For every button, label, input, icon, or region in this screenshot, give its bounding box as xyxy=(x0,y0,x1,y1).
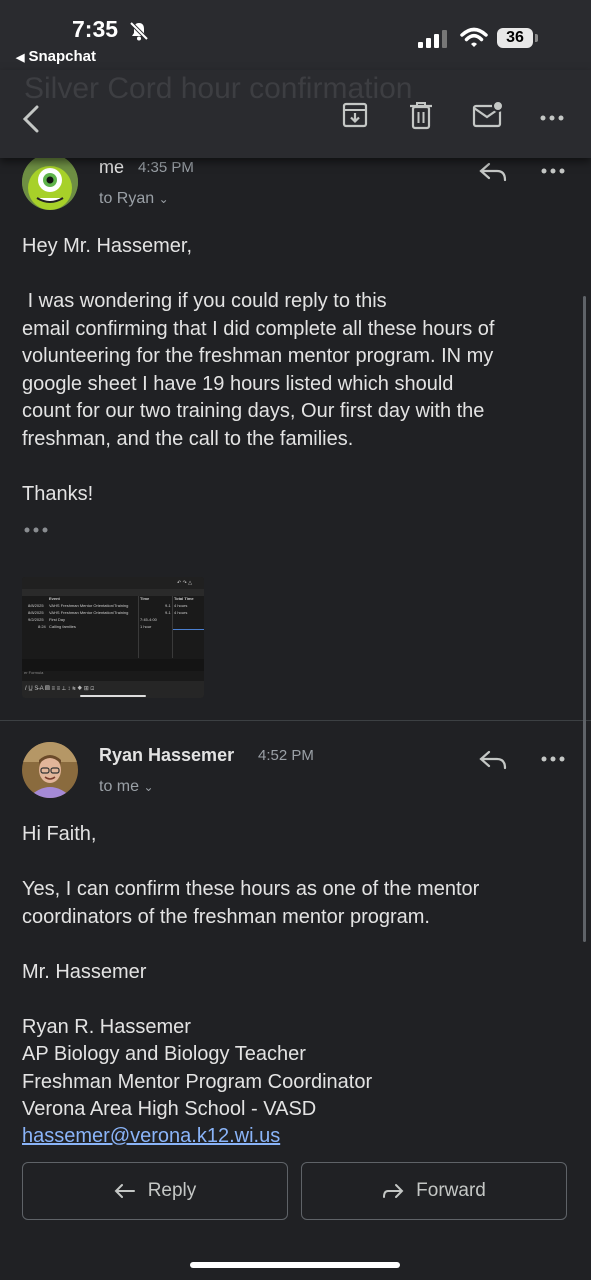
email-link[interactable]: hassemer@verona.k12.wi.us xyxy=(22,1123,572,1151)
recipient-dropdown[interactable]: to me ⌄ xyxy=(99,778,154,796)
status-bar: 7:35 ◀ Snapchat 36 xyxy=(0,0,591,70)
forward-label: Forward xyxy=(416,1180,486,1201)
avatar[interactable] xyxy=(22,154,78,210)
message-more-icon[interactable] xyxy=(541,168,565,174)
message-more-icon[interactable] xyxy=(541,756,565,762)
sheet-cell: VAHS Freshman Mentor Orientation/Trainin… xyxy=(49,603,129,608)
sheet-cell: First Day xyxy=(49,617,65,622)
back-triangle-icon: ◀ xyxy=(16,52,25,64)
sheet-formula-bar: er Formula xyxy=(24,670,44,675)
sheet-cell: 4 hours xyxy=(174,610,188,615)
sheet-cell: 9-1 xyxy=(165,603,171,608)
avatar-cartoon-icon xyxy=(22,154,78,210)
scrollbar[interactable] xyxy=(583,296,586,942)
sheet-cell: 8/8/2025 xyxy=(28,603,44,608)
recipient-label: to me xyxy=(99,778,140,795)
forward-button[interactable]: Forward xyxy=(301,1162,567,1220)
sheet-cell: VAHS Freshman Mentor Orientation/Trainin… xyxy=(49,610,129,615)
chevron-down-icon: ⌄ xyxy=(143,780,154,794)
sheet-toolbar-icons: ↶ ↷ △ xyxy=(177,580,193,586)
message-body: Hey Mr. Hassemer, I was wondering if you… xyxy=(22,235,495,505)
sender-name: Ryan Hassemer xyxy=(99,745,235,765)
sheet-cell: 1 hour xyxy=(140,624,152,629)
chevron-down-icon: ⌄ xyxy=(158,192,169,206)
recipient-label: to Ryan xyxy=(99,190,155,207)
sheet-cell: 8:24 xyxy=(38,624,46,629)
sheet-col-event: Event xyxy=(49,596,60,601)
show-trimmed-content-icon[interactable] xyxy=(24,527,48,533)
battery-nub xyxy=(535,34,538,42)
subject-title: Silver Cord hour confirmation xyxy=(24,72,413,105)
avatar-photo-icon xyxy=(22,742,78,798)
wifi-icon xyxy=(460,27,488,47)
email-toolbar: Silver Cord hour confirmation xyxy=(0,70,591,158)
cellular-signal-icon xyxy=(418,30,447,48)
reply-icon xyxy=(114,1184,135,1198)
reply-arrow-icon[interactable] xyxy=(479,162,507,182)
reply-button[interactable]: Reply xyxy=(22,1162,288,1220)
back-arrow-icon[interactable] xyxy=(20,104,42,134)
sheet-selection-line xyxy=(172,629,204,630)
battery-icon: 36 xyxy=(497,28,533,48)
spreadsheet-screenshot-image[interactable]: ↶ ↷ △ Event Time Total Time 8/8/2025 VAH… xyxy=(22,577,204,698)
message-time: 4:52 PM xyxy=(258,747,314,764)
message-divider xyxy=(0,720,591,721)
message-body: Hi Faith, Yes, I can confirm these hours… xyxy=(22,823,480,1120)
archive-icon[interactable] xyxy=(342,102,368,128)
sheet-cell: 9/2/2025 xyxy=(28,617,44,622)
message-time: 4:35 PM xyxy=(138,159,194,176)
sheet-cell: 9-1 xyxy=(165,610,171,615)
sender-name: me xyxy=(99,157,125,177)
recipient-dropdown[interactable]: to Ryan ⌄ xyxy=(99,190,169,208)
more-options-icon[interactable] xyxy=(540,115,564,121)
clock: 7:35 xyxy=(72,16,119,42)
avatar[interactable] xyxy=(22,742,78,798)
sheet-cell: 7:45-4:00 xyxy=(140,617,157,622)
sheet-cell: 4 hours xyxy=(174,603,188,608)
forward-icon xyxy=(383,1184,404,1198)
reply-arrow-icon[interactable] xyxy=(479,750,507,770)
sheet-cell: 8/8/2025 xyxy=(28,610,44,615)
sheet-format-toolbar-icons: 𝐼 U̲ S̶ A ▤ ≡ ≡ ⊥ ↕ ≋ ◆ ⊞ ⊡ xyxy=(25,686,95,692)
sheet-col-total: Total Time xyxy=(174,596,194,601)
sheet-cell: Calling families xyxy=(49,624,76,629)
silent-bell-icon xyxy=(129,21,149,41)
delete-trash-icon[interactable] xyxy=(409,102,433,130)
back-app-label: Snapchat xyxy=(28,48,96,65)
reply-label: Reply xyxy=(147,1180,197,1201)
mark-unread-mail-icon[interactable] xyxy=(472,100,504,128)
home-indicator[interactable] xyxy=(190,1262,400,1268)
sheet-col-time: Time xyxy=(140,596,150,601)
back-to-app[interactable]: ◀ Snapchat xyxy=(16,48,96,65)
